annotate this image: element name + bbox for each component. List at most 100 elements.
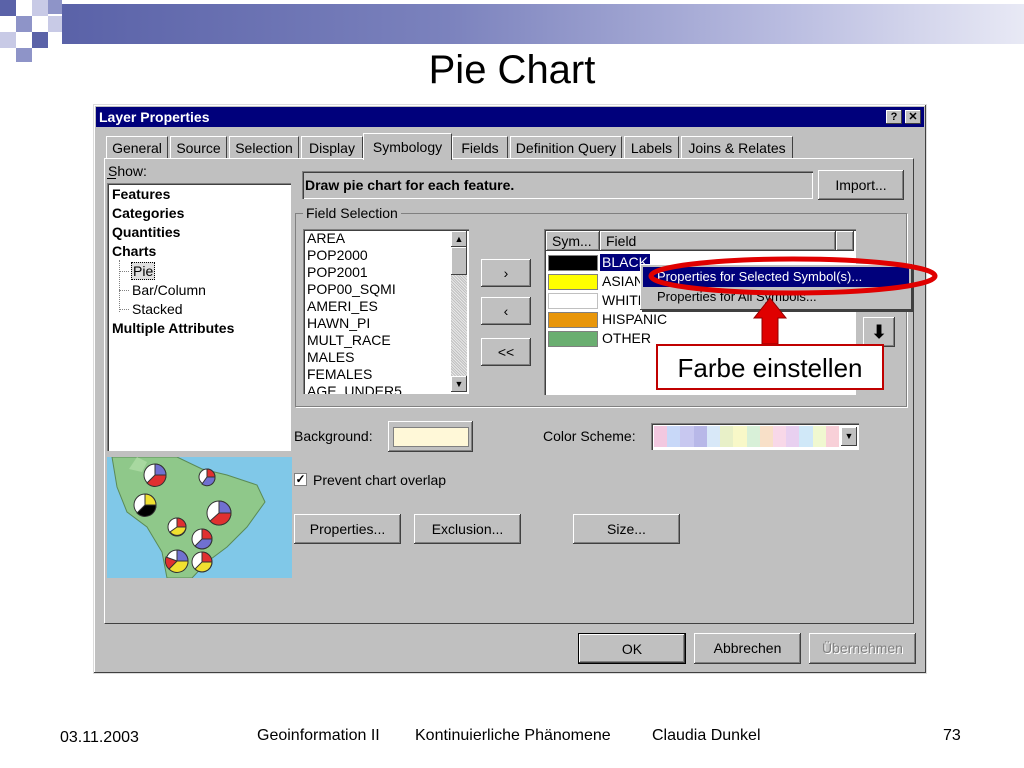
color-scheme-swatch <box>759 426 773 447</box>
field-item[interactable]: HAWN_PI <box>307 315 469 332</box>
window-titlebar: Layer Properties ? ✕ <box>96 107 924 127</box>
tree-item-quantities[interactable]: Quantities <box>112 224 180 240</box>
scroll-thumb[interactable] <box>451 247 467 275</box>
tab-selection[interactable]: Selection <box>229 136 299 158</box>
show-label-underline <box>107 178 116 179</box>
pie-symbol <box>191 551 213 573</box>
scroll-down-icon[interactable]: ▼ <box>451 376 467 392</box>
exclusion-button[interactable]: Exclusion... <box>414 514 521 544</box>
footer-date: 03.11.2003 <box>60 729 139 746</box>
slide-title: Pie Chart <box>428 48 596 92</box>
arrow-down-icon: ⬇ <box>871 322 887 342</box>
field-item[interactable]: AMERI_ES <box>307 298 469 315</box>
size-button[interactable]: Size... <box>573 514 680 544</box>
map-graphic <box>111 457 266 578</box>
column-header-symbol[interactable]: Sym... <box>546 231 600 251</box>
symbol-swatch[interactable] <box>548 293 598 309</box>
close-button[interactable]: ✕ <box>905 110 921 124</box>
tab-display[interactable]: Display <box>301 136 363 158</box>
footer-author: Claudia Dunkel <box>652 727 761 744</box>
menu-item-selected-symbols[interactable]: Properties for Selected Symbol(s)... <box>643 267 909 287</box>
available-fields-list: AREA POP2000 POP2001 POP00_SQMI AMERI_ES… <box>303 229 469 394</box>
tree-item-multiple-attributes[interactable]: Multiple Attributes <box>112 320 234 336</box>
decor-square <box>0 32 16 48</box>
color-scheme-swatch <box>706 426 721 447</box>
prevent-overlap-checkbox[interactable]: ✓ <box>294 473 307 486</box>
page-number: 73 <box>943 727 961 744</box>
background-label: Background: <box>294 428 373 444</box>
chevron-down-icon[interactable]: ▼ <box>841 427 857 446</box>
color-scheme-dropdown[interactable]: ▼ <box>651 423 859 450</box>
field-item[interactable]: FEMALES <box>307 366 469 383</box>
column-header-field[interactable]: Field <box>600 231 836 251</box>
tree-item-charts[interactable]: Charts <box>112 243 156 259</box>
background-color-button[interactable] <box>388 421 473 452</box>
show-label: Show: <box>108 163 147 179</box>
remove-field-button[interactable]: ‹ <box>481 297 531 325</box>
menu-item-all-symbols[interactable]: Properties for All Symbols... <box>643 287 909 307</box>
cancel-button[interactable]: Abbrechen <box>694 633 801 664</box>
symbol-swatch[interactable] <box>548 255 598 271</box>
footer-course: Geoinformation II <box>257 727 380 744</box>
tree-item-pie[interactable]: Pie <box>131 262 156 280</box>
tab-symbology[interactable]: Symbology <box>363 133 452 160</box>
color-scheme-swatch <box>680 426 694 447</box>
tab-labels[interactable]: Labels <box>624 136 679 158</box>
color-scheme-label: Color Scheme: <box>543 428 636 444</box>
help-button[interactable]: ? <box>886 110 902 124</box>
pie-symbol <box>143 463 167 487</box>
field-item[interactable]: AGE_UNDER5 <box>307 383 469 394</box>
tree-connector <box>119 309 129 310</box>
decor-gradient-bar <box>62 4 1024 44</box>
field-item[interactable]: POP00_SQMI <box>307 281 469 298</box>
pie-symbol <box>164 549 189 573</box>
remove-all-fields-button[interactable]: << <box>481 338 531 366</box>
tab-fields[interactable]: Fields <box>452 136 508 158</box>
tree-item-stacked[interactable]: Stacked <box>132 301 183 317</box>
tab-general[interactable]: General <box>106 136 168 158</box>
move-down-button[interactable]: ⬇ <box>863 317 895 347</box>
properties-button[interactable]: Properties... <box>294 514 401 544</box>
pie-symbol <box>198 468 216 487</box>
decor-square <box>32 32 48 48</box>
color-scheme-swatch <box>799 426 813 447</box>
tree-item-categories[interactable]: Categories <box>112 205 184 221</box>
symbol-swatch[interactable] <box>548 312 598 328</box>
apply-button[interactable]: Übernehmen <box>809 633 916 664</box>
import-button[interactable]: Import... <box>818 170 904 200</box>
color-scheme-ramp <box>654 426 840 447</box>
selected-field-name[interactable]: HISPANIC <box>600 311 669 328</box>
selected-field-name[interactable]: OTHER <box>600 330 653 347</box>
window-title: Layer Properties <box>99 109 210 125</box>
color-scheme-swatch <box>825 426 840 447</box>
tree-connector <box>119 290 129 291</box>
background-color-swatch <box>393 427 469 447</box>
decor-square <box>16 16 32 32</box>
tab-joins-relates[interactable]: Joins & Relates <box>681 136 793 158</box>
color-scheme-swatch <box>733 426 747 447</box>
callout-box: Farbe einstellen <box>656 344 884 390</box>
field-item[interactable]: AREA <box>307 230 469 247</box>
scroll-up-icon[interactable]: ▲ <box>451 231 467 247</box>
color-scheme-swatch <box>772 426 787 447</box>
symbol-swatch[interactable] <box>548 274 598 290</box>
column-header-blank <box>836 231 854 251</box>
ok-button[interactable]: OK <box>578 633 686 664</box>
context-menu: Properties for Selected Symbol(s)... Pro… <box>640 264 912 310</box>
field-item[interactable]: MALES <box>307 349 469 366</box>
add-field-button[interactable]: › <box>481 259 531 287</box>
tab-definition-query[interactable]: Definition Query <box>510 136 622 158</box>
decor-square <box>32 0 48 16</box>
symbol-swatch[interactable] <box>548 331 598 347</box>
field-item[interactable]: POP2000 <box>307 247 469 264</box>
pie-symbol <box>133 493 157 517</box>
tree-item-features[interactable]: Features <box>112 186 170 202</box>
field-item[interactable]: MULT_RACE <box>307 332 469 349</box>
tree-item-bar-column[interactable]: Bar/Column <box>132 282 206 298</box>
tab-source[interactable]: Source <box>170 136 227 158</box>
color-scheme-swatch <box>693 426 707 447</box>
field-item[interactable]: POP2001 <box>307 264 469 281</box>
footer-topic: Kontinuierliche Phänomene <box>415 727 611 744</box>
show-tree: Features Categories Quantities Charts Pi… <box>107 183 291 451</box>
preview-map <box>107 457 292 578</box>
